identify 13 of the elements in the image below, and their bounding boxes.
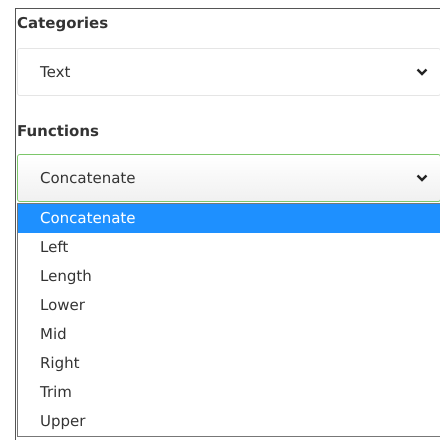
section-label: Functions (17, 121, 100, 141)
chevron-down-icon (416, 68, 428, 76)
function-select[interactable]: Concatenate (17, 154, 440, 202)
dropdown-option[interactable]: Upper (18, 407, 440, 436)
dropdown-option[interactable]: Left (18, 233, 440, 262)
dropdown-option[interactable]: Length (18, 262, 440, 291)
dropdown-option[interactable]: Right (18, 349, 440, 378)
category-select[interactable]: Text (17, 48, 440, 96)
dropdown-option[interactable]: Lower (18, 291, 440, 320)
dropdown-option[interactable]: Mid (18, 320, 440, 349)
chevron-down-icon (416, 174, 428, 182)
dropdown-option[interactable]: Trim (18, 378, 440, 407)
section-label: Categories (17, 13, 110, 33)
